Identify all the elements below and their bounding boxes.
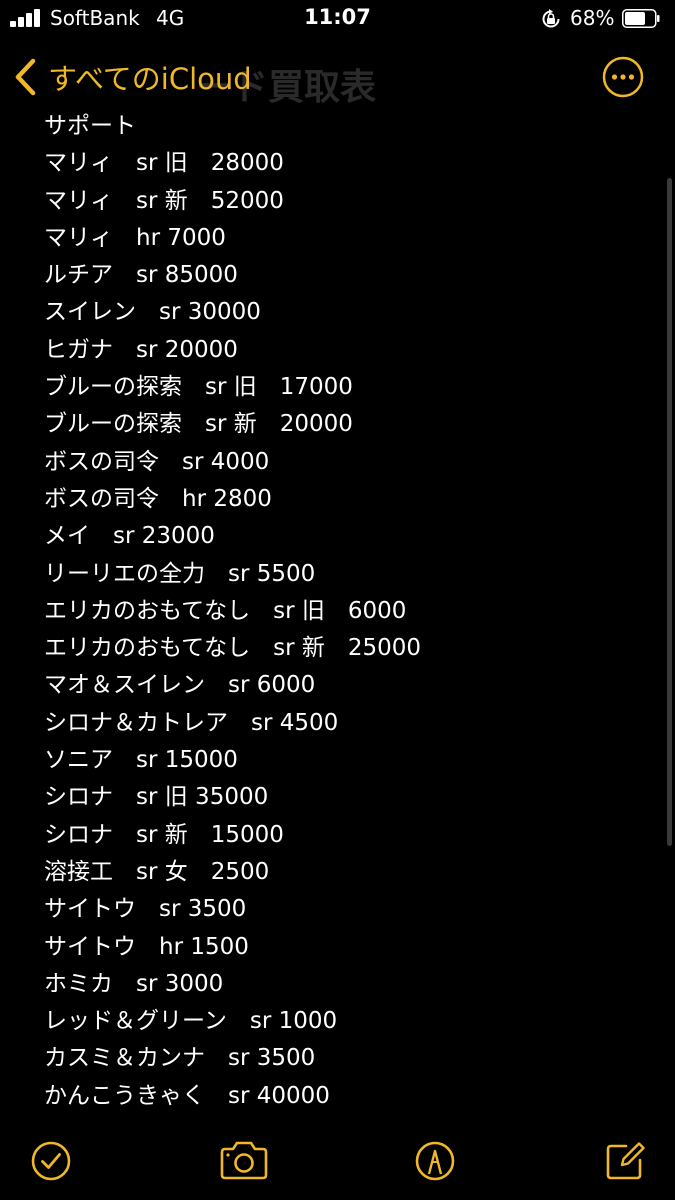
- note-body[interactable]: サポートマリィ sr 旧 28000 マリィ sr 新 52000 マリィ hr 7…: [44, 108, 644, 1115]
- back-button[interactable]: すべてのiCloud: [12, 54, 252, 100]
- note-heading: サポート: [44, 113, 136, 139]
- note-line: シロナ sr 旧 35000: [44, 784, 269, 811]
- note-line: ボスの司令 sr 4000: [44, 448, 270, 475]
- checklist-button[interactable]: [28, 1138, 74, 1184]
- note-line: カスミ＆カンナ sr 3500: [44, 1045, 316, 1072]
- battery-percentage: 68%: [570, 6, 615, 30]
- note-line: ホミカ sr 3000: [44, 970, 224, 997]
- note-line: かんこうきゃく sr 40000: [44, 1082, 330, 1109]
- status-bar: SoftBank 4G 11:07 68%: [0, 0, 675, 38]
- compose-icon: [606, 1142, 645, 1180]
- note-line: マオ＆スイレン sr 6000: [44, 672, 316, 699]
- note-line: ルチア sr 85000: [44, 262, 238, 289]
- note-line: シロナ sr 新 15000: [44, 821, 284, 848]
- note-line: リーリエの全力 sr 5500: [44, 560, 316, 587]
- battery-icon: [622, 9, 660, 28]
- note-line: エリカのおもてなし sr 新 25000: [44, 635, 421, 662]
- note-line: シロナ＆カトレア sr 4500: [44, 709, 339, 736]
- note-line: サイトウ hr 1500: [44, 933, 249, 960]
- chevron-left-icon: [15, 58, 36, 96]
- note-line: ブルーの探索 sr 新 20000: [44, 411, 353, 438]
- note-line: マリィ sr 新 52000: [44, 187, 284, 214]
- note-line: ボスの司令 hr 2800: [44, 485, 272, 512]
- scrollbar[interactable]: [667, 178, 672, 846]
- checklist-icon: [31, 1141, 71, 1181]
- camera-icon: [220, 1141, 268, 1180]
- note-line: マリィ hr 7000: [44, 224, 226, 251]
- note-line: スイレン sr 30000: [44, 299, 261, 326]
- note-line: マリィ sr 旧 28000: [44, 150, 284, 177]
- markup-button[interactable]: [412, 1138, 458, 1184]
- compose-button[interactable]: [602, 1138, 648, 1184]
- bottom-toolbar: [0, 1128, 675, 1194]
- note-line: メイ sr 23000: [44, 523, 215, 550]
- note-line: ヒガナ sr 20000: [44, 336, 238, 363]
- note-line: ソニア sr 15000: [44, 747, 238, 774]
- note-line: ブルーの探索 sr 旧 17000: [44, 374, 353, 401]
- orientation-lock-icon: [542, 9, 560, 28]
- note-line: サイトウ sr 3500: [44, 896, 247, 923]
- note-line: レッド＆グリーン sr 1000: [44, 1008, 338, 1035]
- back-button-label: すべてのiCloud: [48, 62, 252, 96]
- markup-icon: [415, 1141, 455, 1181]
- navigation-bar: ード買取表 すべてのiCloud: [0, 44, 675, 110]
- note-line: エリカのおもてなし sr 旧 6000: [44, 597, 407, 624]
- more-icon[interactable]: [602, 56, 644, 98]
- note-line: 溶接工 sr 女 2500: [44, 858, 270, 885]
- camera-button[interactable]: [218, 1138, 270, 1184]
